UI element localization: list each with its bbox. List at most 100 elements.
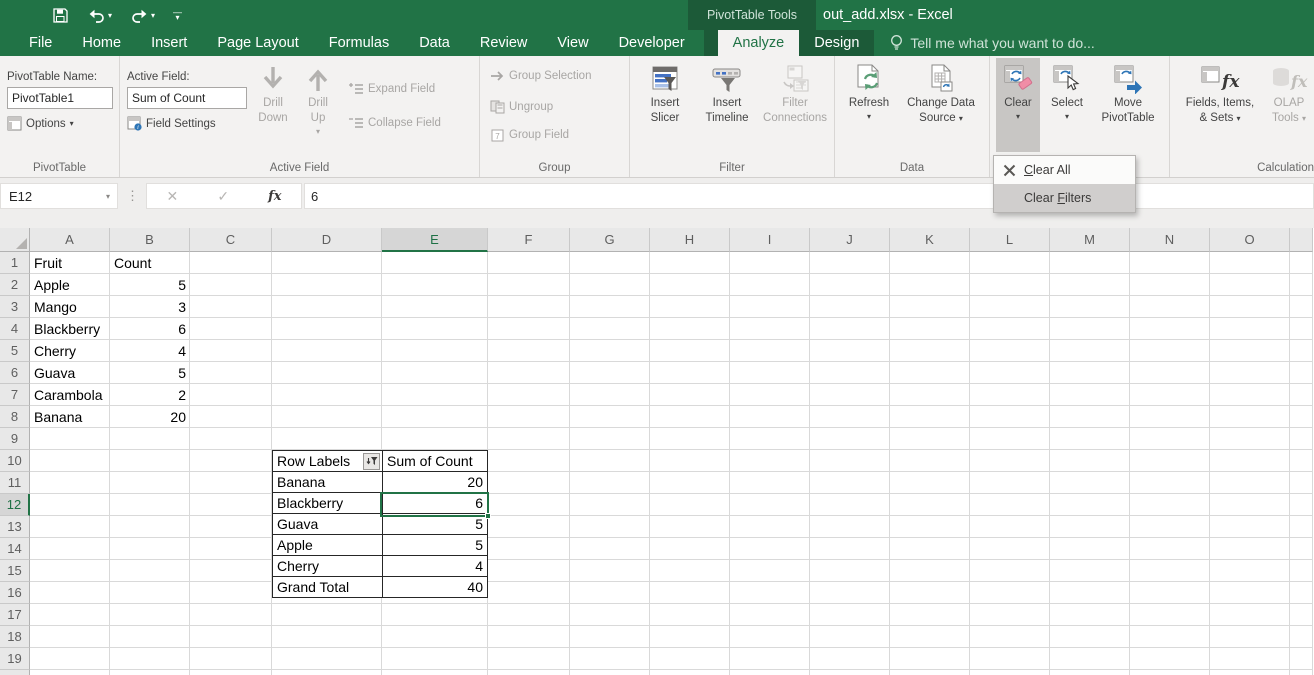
cell[interactable] [190,384,272,406]
tab-formulas[interactable]: Formulas [314,30,404,56]
cell[interactable] [382,362,488,384]
cell[interactable] [1290,604,1313,626]
cell[interactable] [730,384,810,406]
cell[interactable] [650,670,730,675]
cell[interactable] [570,560,650,582]
cell[interactable] [1050,648,1130,670]
cell[interactable] [190,582,272,604]
cell[interactable] [890,516,970,538]
cell[interactable] [190,494,272,516]
cell[interactable] [730,516,810,538]
tab-data[interactable]: Data [404,30,465,56]
cell[interactable] [650,406,730,428]
cell[interactable] [730,362,810,384]
cell[interactable] [1050,538,1130,560]
cell[interactable] [1290,340,1313,362]
pivottable-name-input[interactable] [7,87,113,109]
cell[interactable] [382,318,488,340]
tell-me-box[interactable]: Tell me what you want to do... [890,30,1094,56]
cell[interactable] [650,516,730,538]
cell[interactable] [570,648,650,670]
cell[interactable] [970,318,1050,340]
cell[interactable] [730,340,810,362]
cell[interactable] [650,538,730,560]
ungroup-button[interactable]: Ungroup [490,100,553,114]
cell[interactable] [272,648,382,670]
cell[interactable] [30,648,110,670]
cell[interactable] [730,472,810,494]
cell[interactable] [1290,670,1313,675]
cell[interactable] [190,340,272,362]
cell[interactable] [1290,516,1313,538]
cell[interactable] [810,406,890,428]
insert-function-icon[interactable]: fx [268,189,281,204]
cell[interactable] [488,648,570,670]
cell[interactable] [382,252,488,274]
cell[interactable] [488,560,570,582]
row-labels-filter-button[interactable] [363,453,380,470]
cell[interactable] [1290,296,1313,318]
cell[interactable] [488,538,570,560]
undo-button[interactable]: ▾ [87,7,112,23]
group-selection-button[interactable]: Group Selection [490,70,591,82]
cell[interactable] [110,428,190,450]
cell[interactable] [1210,362,1290,384]
cell[interactable] [890,252,970,274]
cell[interactable] [1210,472,1290,494]
cell[interactable] [190,604,272,626]
insert-timeline-button[interactable]: InsertTimeline [696,58,758,152]
cell[interactable] [890,626,970,648]
cell[interactable] [1130,340,1210,362]
cell[interactable] [970,516,1050,538]
row-header-15[interactable]: 15 [0,560,30,582]
clear-all-menu-item[interactable]: Clear All [994,156,1135,184]
cell[interactable] [890,428,970,450]
cell[interactable] [190,472,272,494]
tab-analyze[interactable]: Analyze [718,30,800,56]
cell[interactable] [730,406,810,428]
cell[interactable] [650,318,730,340]
cell[interactable] [810,296,890,318]
cell[interactable] [810,340,890,362]
cell[interactable] [190,406,272,428]
cell[interactable] [810,604,890,626]
row-header-13[interactable]: 13 [0,516,30,538]
column-header-J[interactable]: J [810,228,890,252]
cell[interactable] [382,296,488,318]
cell[interactable] [488,582,570,604]
cell[interactable] [110,538,190,560]
cell[interactable] [1290,252,1313,274]
column-header-F[interactable]: F [488,228,570,252]
cell[interactable] [1290,274,1313,296]
row-header-9[interactable]: 9 [0,428,30,450]
cell[interactable] [730,604,810,626]
column-header-O[interactable]: O [1210,228,1290,252]
cell[interactable] [382,670,488,675]
cell[interactable] [810,494,890,516]
cell[interactable] [1130,494,1210,516]
column-header-E[interactable]: E [382,228,488,252]
tab-developer[interactable]: Developer [604,30,700,56]
cell[interactable] [570,516,650,538]
pivot-header-sum-of-count[interactable]: Sum of Count [383,451,488,472]
pivot-row-label[interactable]: Cherry [273,556,383,577]
cell[interactable] [1290,494,1313,516]
cell[interactable] [30,670,110,675]
cell[interactable] [570,406,650,428]
row-header-6[interactable]: 6 [0,362,30,384]
cell[interactable] [488,494,570,516]
cell[interactable] [890,384,970,406]
cell[interactable] [1130,296,1210,318]
pivot-row-value[interactable]: 20 [383,472,488,493]
cell[interactable] [570,604,650,626]
cell[interactable] [1210,384,1290,406]
cell[interactable] [890,406,970,428]
cell[interactable] [570,384,650,406]
cell[interactable] [970,428,1050,450]
cell[interactable] [1210,340,1290,362]
name-box[interactable]: E12 ▾ [0,183,118,209]
pivot-row-label[interactable]: Apple [273,535,383,556]
cell[interactable] [650,582,730,604]
column-header-A[interactable]: A [30,228,110,252]
cell[interactable] [190,626,272,648]
